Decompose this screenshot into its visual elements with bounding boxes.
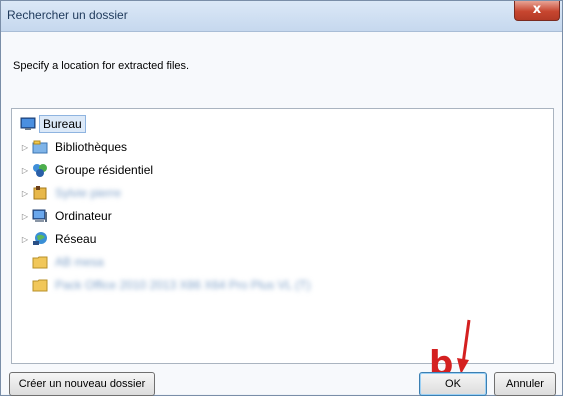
tree-item-network[interactable]: ▷ Réseau — [20, 229, 99, 249]
tree-item-label: AB mesa — [55, 255, 104, 269]
expand-arrow-icon[interactable]: ▷ — [20, 212, 30, 221]
tree-item-bureau[interactable]: Bureau — [20, 114, 86, 134]
dialog-content: Specify a location for extracted files. … — [1, 32, 562, 396]
network-icon — [33, 232, 47, 245]
tree-item-label: Ordinateur — [55, 209, 112, 223]
instruction-text: Specify a location for extracted files. — [13, 60, 190, 72]
title-bar[interactable]: Rechercher un dossier x — [1, 1, 562, 32]
expand-arrow-icon[interactable]: ▷ — [20, 189, 30, 198]
close-button[interactable]: x — [514, 1, 560, 21]
close-icon: x — [532, 2, 542, 17]
computer-icon — [32, 209, 47, 222]
annotation-arrow-icon — [457, 319, 471, 374]
tree-item-homegroup[interactable]: ▷ Groupe résidentiel — [20, 160, 156, 180]
folder-icon — [32, 279, 48, 292]
tree-item-label: Bibliothèques — [55, 140, 128, 154]
folder-icon — [32, 256, 48, 269]
window-title: Rechercher un dossier — [7, 8, 128, 22]
cancel-button[interactable]: Annuler — [494, 372, 556, 396]
new-folder-button[interactable]: Créer un nouveau dossier — [9, 372, 155, 396]
tree-item-libraries[interactable]: ▷ Bibliothèques — [20, 137, 130, 157]
library-icon — [32, 140, 48, 154]
expand-arrow-icon[interactable]: ▷ — [20, 166, 30, 175]
tree-item-label: Groupe résidentiel — [55, 163, 154, 177]
desktop-icon — [20, 117, 36, 130]
tree-item-folder[interactable]: AB mesa — [32, 252, 107, 272]
expand-arrow-icon[interactable]: ▷ — [20, 143, 30, 152]
tree-item-label: Sylvie pierre — [55, 186, 122, 200]
browse-folder-dialog: Rechercher un dossier x Specify a locati… — [0, 0, 563, 396]
tree-item-folder[interactable]: Pack Office 2010 2013 X86 X64 Pro Plus V… — [32, 275, 313, 295]
tree-item-label: Pack Office 2010 2013 X86 X64 Pro Plus V… — [55, 278, 311, 292]
tree-item-label: Réseau — [55, 232, 97, 246]
tree-item-user-folder[interactable]: ▷ Sylvie pierre — [20, 183, 124, 203]
tree-item-label: Bureau — [39, 115, 86, 133]
expand-arrow-icon[interactable]: ▷ — [20, 235, 30, 244]
homegroup-icon — [33, 164, 47, 177]
tree-item-computer[interactable]: ▷ Ordinateur — [20, 206, 115, 226]
user-folder-icon — [33, 186, 47, 200]
ok-button[interactable]: OK — [419, 372, 487, 396]
